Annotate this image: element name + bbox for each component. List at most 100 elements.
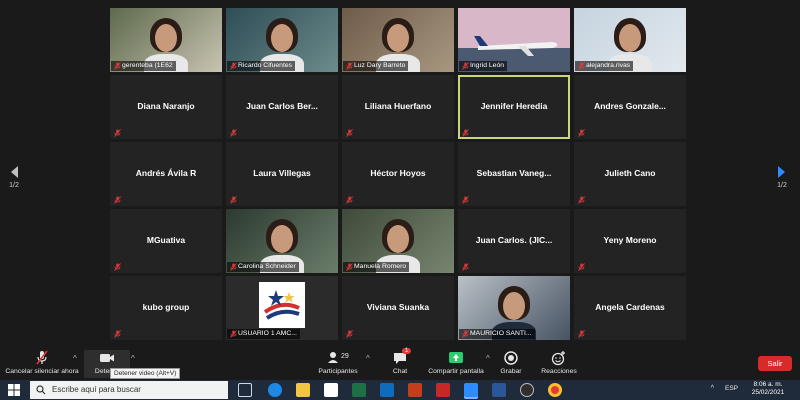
participant-name: Héctor Hoyos xyxy=(370,168,426,178)
prev-page-button[interactable]: 1/2 xyxy=(8,164,20,189)
page-indicator-left: 1/2 xyxy=(9,182,19,189)
participant-name-label: MAURICIO SANTI... xyxy=(459,329,535,339)
participant-name: Viviana Suanka xyxy=(366,302,430,312)
participants-icon: 29 xyxy=(328,352,349,363)
acrobat-icon[interactable] xyxy=(436,383,450,397)
participant-tile[interactable]: MGuativa xyxy=(110,209,222,273)
mic-muted-icon xyxy=(346,62,353,70)
mic-muted-icon xyxy=(114,196,121,204)
search-icon xyxy=(36,385,46,395)
record-button[interactable]: Grabar xyxy=(496,350,526,378)
reactions-button[interactable]: Reacciones xyxy=(536,350,582,378)
smiley-plus-icon xyxy=(551,351,565,366)
participant-tile[interactable]: Manuela Romero xyxy=(342,209,454,273)
participant-face xyxy=(503,292,525,320)
participant-tile[interactable]: alejandra.rivas xyxy=(574,8,686,72)
powerpoint-icon[interactable] xyxy=(408,383,422,397)
unmute-label: Cancelar silenciar ahora xyxy=(5,368,79,375)
task-view-icon[interactable] xyxy=(238,383,252,397)
outlook-icon[interactable] xyxy=(380,383,394,397)
participants-label: Participantes xyxy=(318,368,358,375)
xbox-icon[interactable] xyxy=(520,383,534,397)
participant-tile[interactable]: gerenteba (1E62 xyxy=(110,8,222,72)
participant-tile[interactable]: Andres Gonzale... xyxy=(574,75,686,139)
zoom-meeting-window: gerenteba (1E62 Ricardo Cifuentes Luz Dary… xyxy=(0,0,800,400)
participant-tile[interactable]: Ricardo Cifuentes xyxy=(226,8,338,72)
participant-tile[interactable]: Ingrid León xyxy=(458,8,570,72)
participant-tile[interactable]: Julieth Cano xyxy=(574,142,686,206)
participant-tile[interactable]: Juan Carlos Ber... xyxy=(226,75,338,139)
edge-browser-icon[interactable] xyxy=(268,383,282,397)
participant-tile[interactable]: Carolina Schneider xyxy=(226,209,338,273)
mic-muted-icon xyxy=(114,62,121,70)
system-tray-caret[interactable]: ^ xyxy=(711,385,714,392)
participant-grid: gerenteba (1E62 Ricardo Cifuentes Luz Dary… xyxy=(110,8,690,342)
chrome-icon[interactable] xyxy=(548,383,562,397)
participant-tile[interactable]: Andrés Ávila R xyxy=(110,142,222,206)
word-icon[interactable] xyxy=(492,383,506,397)
mic-muted-icon xyxy=(462,330,469,338)
taskbar-search-box[interactable]: Escribe aquí para buscar xyxy=(30,381,228,399)
mic-muted-icon xyxy=(230,62,237,70)
participant-name: Sebastian Vaneg... xyxy=(476,168,552,178)
store-icon[interactable] xyxy=(324,383,338,397)
mic-muted-icon xyxy=(462,129,469,137)
mic-muted-icon xyxy=(578,62,585,70)
participant-tile[interactable]: Jennifer Heredia xyxy=(458,75,570,139)
participant-tile[interactable]: Viviana Suanka xyxy=(342,276,454,340)
audio-options-caret[interactable]: ^ xyxy=(73,354,77,363)
taskbar-clock[interactable]: 8:06 a. m. 25/02/2021 xyxy=(748,381,788,397)
excel-icon[interactable] xyxy=(352,383,366,397)
participant-name: Juan Carlos. (JIC... xyxy=(475,235,553,245)
participants-caret[interactable]: ^ xyxy=(366,354,370,363)
participant-tile[interactable]: Laura Villegas xyxy=(226,142,338,206)
participant-tile[interactable]: Angela Cardenas xyxy=(574,276,686,340)
participant-tile[interactable]: USUARIO 1 AMC... xyxy=(226,276,338,340)
participant-tile[interactable]: Héctor Hoyos xyxy=(342,142,454,206)
participant-name: Angela Cardenas xyxy=(595,302,665,312)
unmute-button[interactable]: Cancelar silenciar ahora xyxy=(4,350,80,378)
video-options-caret[interactable]: ^ xyxy=(131,354,135,363)
participant-name: Liliana Huerfano xyxy=(364,101,432,111)
share-screen-button[interactable]: Compartir pantalla xyxy=(424,350,488,378)
windows-start-icon[interactable] xyxy=(8,384,20,396)
language-indicator[interactable]: ESP xyxy=(725,385,738,392)
participants-button[interactable]: 29 Participantes xyxy=(310,350,366,378)
participant-tile[interactable]: Yeny Moreno xyxy=(574,209,686,273)
mic-muted-icon xyxy=(114,263,121,271)
chat-button[interactable]: 1 Chat xyxy=(386,348,414,378)
stop-video-tooltip: Detener video (Alt+V) xyxy=(110,368,181,379)
mic-muted-icon xyxy=(578,129,585,137)
participant-tile[interactable]: Juan Carlos. (JIC... xyxy=(458,209,570,273)
participant-tile[interactable]: Sebastian Vaneg... xyxy=(458,142,570,206)
video-camera-icon xyxy=(100,354,114,362)
participant-face xyxy=(271,24,293,52)
file-explorer-icon[interactable] xyxy=(296,383,310,397)
participant-name: Diana Naranjo xyxy=(137,101,195,111)
participant-name: Juan Carlos Ber... xyxy=(246,101,318,111)
participants-count: 29 xyxy=(341,353,349,360)
mic-muted-icon xyxy=(114,129,121,137)
chat-label: Chat xyxy=(392,368,408,375)
share-options-caret[interactable]: ^ xyxy=(486,354,490,363)
participant-tile[interactable]: kubo group xyxy=(110,276,222,340)
participant-tile[interactable]: MAURICIO SANTI... xyxy=(458,276,570,340)
participant-tile[interactable]: Luz Dary Barreto xyxy=(342,8,454,72)
search-placeholder: Escribe aquí para buscar xyxy=(52,385,141,394)
record-icon xyxy=(504,351,518,365)
participant-name: Laura Villegas xyxy=(253,168,311,178)
reactions-label: Reacciones xyxy=(541,368,577,375)
leave-button[interactable]: Salir xyxy=(758,356,792,371)
mic-muted-icon xyxy=(346,129,353,137)
participant-tile[interactable]: Diana Naranjo xyxy=(110,75,222,139)
next-page-button[interactable]: 1/2 xyxy=(776,164,788,189)
share-screen-icon xyxy=(449,352,463,363)
chat-badge: 1 xyxy=(402,348,412,354)
participant-name: MGuativa xyxy=(146,235,186,245)
participant-face xyxy=(387,225,409,253)
zoom-app-icon[interactable] xyxy=(464,383,478,397)
mic-muted-icon xyxy=(346,330,353,338)
participant-name: Andrés Ávila R xyxy=(135,168,197,178)
participant-tile[interactable]: Liliana Huerfano xyxy=(342,75,454,139)
mic-muted-icon xyxy=(462,62,469,70)
